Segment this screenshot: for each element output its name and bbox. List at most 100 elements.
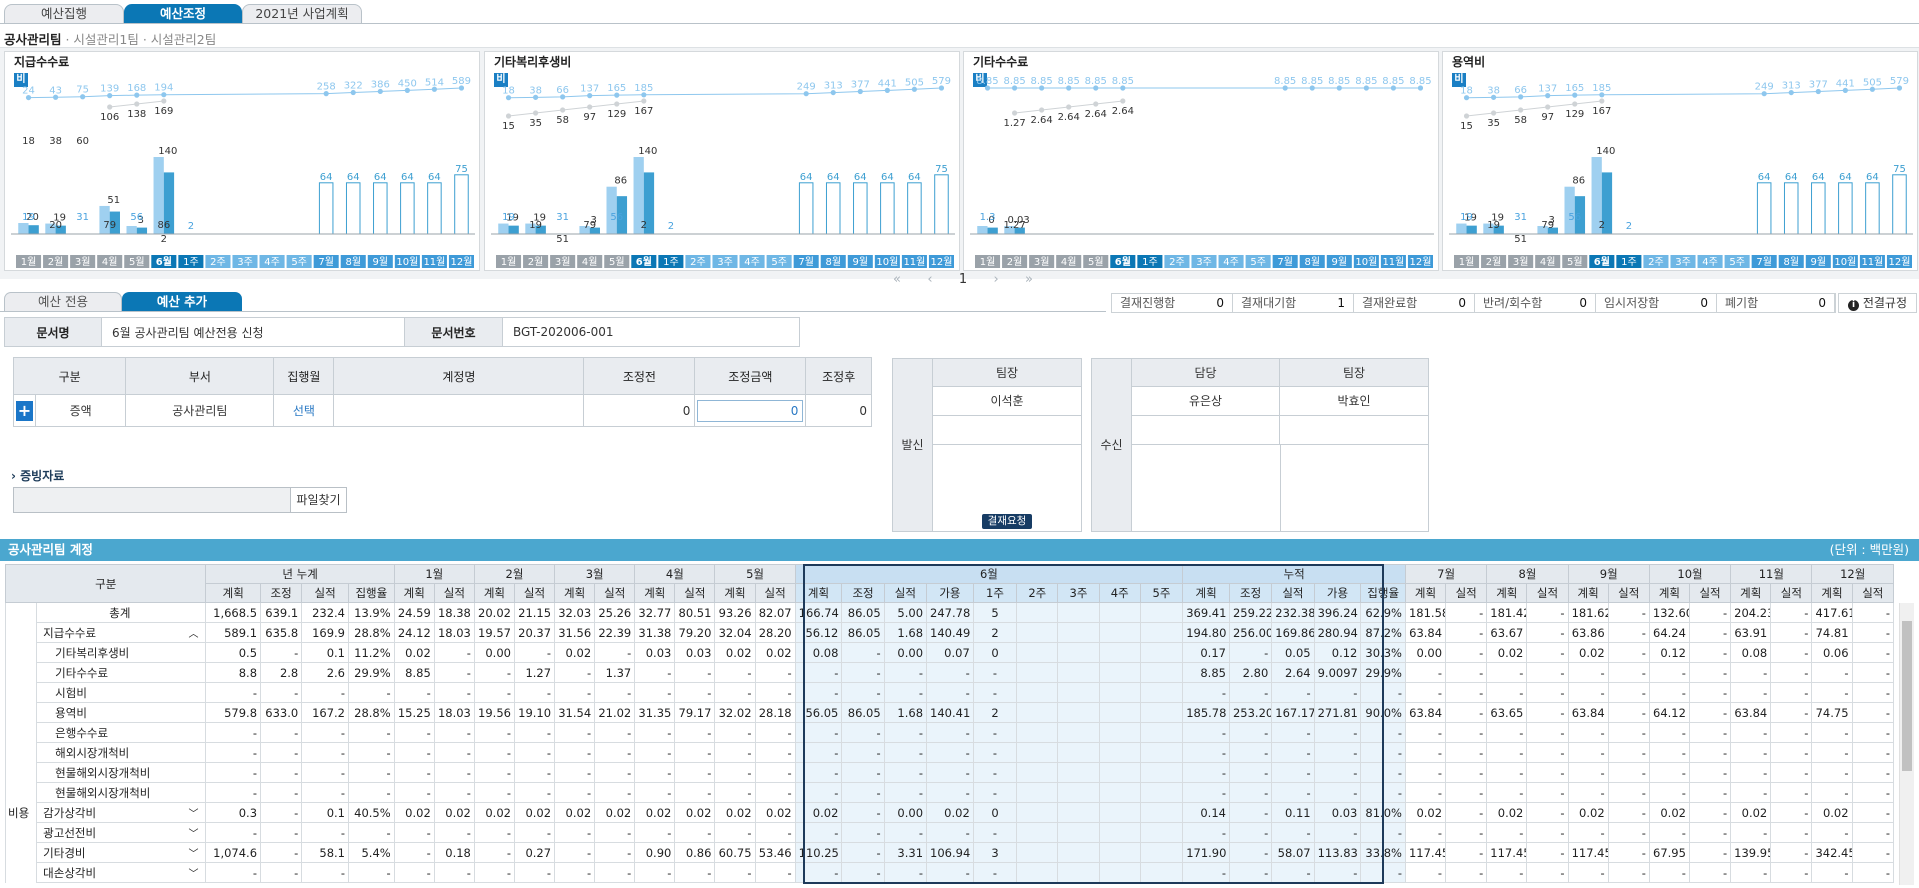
table-cell: -: [1811, 762, 1853, 783]
table-cell: -: [714, 762, 756, 783]
table-cell: 1.37: [594, 662, 636, 683]
col-sub-header: 계획: [1811, 583, 1853, 603]
status-item[interactable]: 결재진행함 0: [1112, 294, 1233, 312]
table-row[interactable]: 현물해외시장개척비 - - - - - - - - - - - - - - - - - - - - - - - - - - - - - - -…: [4, 762, 1895, 783]
chevron-down-icon[interactable]: ﹀: [188, 845, 202, 860]
table-row[interactable]: 현물해외시장개척비 - - - - - - - - - - - - - - - - - - - - - - - - - - - - - - -…: [4, 782, 1895, 803]
table-row[interactable]: 시험비 - - - - - - - - - - - - - - - - - - - - - - - - - - - - - - - - - - - -: [4, 682, 1895, 703]
status-item[interactable]: 결재대기함 1: [1233, 294, 1354, 312]
table-row[interactable]: 광고선전비 ﹀ - - - - - - - - - - - - - - - - - - - - - - - - - - - - - - - - - -…: [4, 822, 1895, 843]
table-scrollbar[interactable]: [1899, 603, 1914, 885]
table-row[interactable]: 용역비 579.8 633.0 167.2 28.8% 15.25 18.03 19.56 19…: [4, 702, 1895, 723]
tab-business-plan[interactable]: 2021년 사업계획: [242, 4, 362, 24]
status-item[interactable]: 결재완료함 0: [1354, 294, 1475, 312]
tab-budget-add[interactable]: 예산 추가: [122, 292, 242, 312]
evidence-file-field[interactable]: [13, 487, 291, 513]
pager-last[interactable]: »: [1025, 272, 1033, 287]
table-row[interactable]: 해외시장개척비 - - - - - - - - - - - - - - - - - - - - - - - - - - - - - - - - -…: [4, 742, 1895, 763]
doc-name-label: 문서명: [4, 317, 102, 347]
table-cell: [1057, 722, 1100, 743]
line-label: 313: [1782, 81, 1801, 92]
table-cell: -: [926, 682, 974, 703]
unit-label: (단위 : 백만원): [1829, 542, 1909, 557]
line-label: 249: [797, 82, 816, 93]
pager-next[interactable]: ›: [993, 272, 998, 287]
info-icon: i: [1848, 300, 1859, 311]
x-tick-label: 10월: [396, 256, 418, 268]
table-cell: -: [794, 822, 843, 843]
file-browse-button[interactable]: 파일찾기: [290, 487, 347, 513]
col-sub-header: 계획: [1567, 583, 1609, 603]
table-cell: -: [1688, 842, 1732, 863]
line-label: 441: [1836, 78, 1855, 89]
chevron-down-icon[interactable]: ﹀: [188, 805, 202, 820]
chevron-down-icon[interactable]: ﹀: [188, 865, 202, 880]
table-cell: 32.04: [714, 622, 756, 643]
scrollbar-thumb[interactable]: [1902, 621, 1912, 771]
table-row[interactable]: 기타복리후생비 0.5-0.1 11.2% 0.02-0.00-0.02-0.03 0.…: [4, 642, 1895, 663]
approval-request-button[interactable]: 결재요청: [982, 514, 1032, 529]
table-row[interactable]: 기타경비 ﹀ 1,074.6-58.1 5.4% -0.18-0.27- -0.90 0.8…: [4, 842, 1895, 863]
status-item[interactable]: 임시저장함 0: [1596, 294, 1717, 312]
table-cell: 0.02: [714, 802, 756, 823]
table-cell: 63.86: [1567, 622, 1609, 643]
table-cell: -: [348, 862, 395, 883]
status-item[interactable]: 반려/회수함 0: [1475, 294, 1596, 312]
recv-label: 수신: [1092, 359, 1132, 531]
table-cell: -: [513, 742, 556, 763]
add-row-button[interactable]: +: [16, 400, 33, 421]
table-cell: -: [1851, 742, 1895, 763]
chevron-up-icon[interactable]: ︿: [188, 625, 202, 640]
table-cell: -: [634, 662, 676, 683]
table-cell: 194.80: [1182, 622, 1230, 643]
table-row[interactable]: 지급수수료 ︿ 589.1 635.8 169.9 28.8% 24.12 18.03 19.5…: [4, 622, 1895, 643]
table-cell: -: [594, 682, 636, 703]
table-cell: -: [1607, 642, 1650, 663]
row-side: [4, 702, 38, 723]
table-row[interactable]: 총계 1,668.5 639.1 232.4 13.9% 24.59 18.38 20.02 2…: [4, 602, 1895, 623]
adjust-amount-input[interactable]: 0: [697, 399, 804, 422]
table-cell: -: [1360, 722, 1406, 743]
table-cell: -: [1182, 822, 1230, 843]
x-tick-label: 6월: [1594, 256, 1610, 268]
tab-budget-adjust[interactable]: 예산조정: [124, 4, 242, 24]
adjust-account[interactable]: [333, 394, 585, 427]
table-cell: 29.9%: [348, 662, 395, 683]
x-tick-label: 7월: [318, 256, 334, 268]
status-item[interactable]: 폐기함 0: [1717, 294, 1835, 312]
table-row[interactable]: 기타수수료 8.8 2.8 2.6 29.9% 8.85- -1.27-1.37- - - - - -…: [4, 662, 1895, 683]
table-cell: -: [926, 762, 974, 783]
pager-first[interactable]: «: [893, 272, 901, 287]
line-label: 579: [1890, 76, 1909, 87]
table-cell: -: [1567, 722, 1609, 743]
table-cell: -: [393, 862, 435, 883]
plan-bar: [1838, 182, 1853, 235]
table-row[interactable]: 비용 감가상각비 ﹀ 0.3-0.1 40.5% 0.02 0.02 0.02 0.02 0.02…: [4, 802, 1895, 823]
tab-budget-transfer[interactable]: 예산 전용: [4, 292, 122, 312]
rule-link[interactable]: i 전결규정: [1838, 293, 1917, 313]
table-row[interactable]: 대손상각비 ﹀ - - - - - - - - - - - - - - - - - - - - - - - - - - - - - - - - - -…: [4, 862, 1895, 883]
adjust-month-select[interactable]: 선택: [273, 394, 335, 427]
adjust-header-month: 집행월: [273, 357, 335, 395]
table-cell: -: [1730, 742, 1772, 763]
table-cell: -: [1526, 802, 1569, 823]
table-cell: -: [926, 722, 974, 743]
pager-prev[interactable]: ‹: [927, 272, 932, 287]
tab-budget-execution[interactable]: 예산집행: [4, 4, 124, 24]
chevron-down-icon[interactable]: ﹀: [188, 825, 202, 840]
table-row[interactable]: 은행수수료 - - - - - - - - - - - - - - - - - - - - - - - - - - - - - - - - - - -…: [4, 722, 1895, 743]
table-cell: -: [1313, 682, 1362, 703]
table-cell: -: [433, 742, 475, 763]
team-main[interactable]: 공사관리팀: [4, 32, 62, 47]
row-side: [4, 682, 38, 703]
chart-pager: « ‹ 1 › »: [893, 272, 1033, 287]
table-cell: 169.86: [1271, 622, 1315, 643]
team-sub[interactable]: · 시설관리1팀 · 시설관리2팀: [62, 32, 216, 47]
row-name: 기타수수료: [36, 662, 207, 683]
table-cell: [1016, 602, 1059, 623]
line2-point: [1011, 110, 1018, 116]
table-cell: -: [205, 762, 262, 783]
doc-name-value[interactable]: 6월 공사관리팀 예산전용 신청: [101, 317, 405, 347]
pager-page[interactable]: 1: [959, 272, 967, 287]
table-cell: -: [1526, 702, 1569, 723]
